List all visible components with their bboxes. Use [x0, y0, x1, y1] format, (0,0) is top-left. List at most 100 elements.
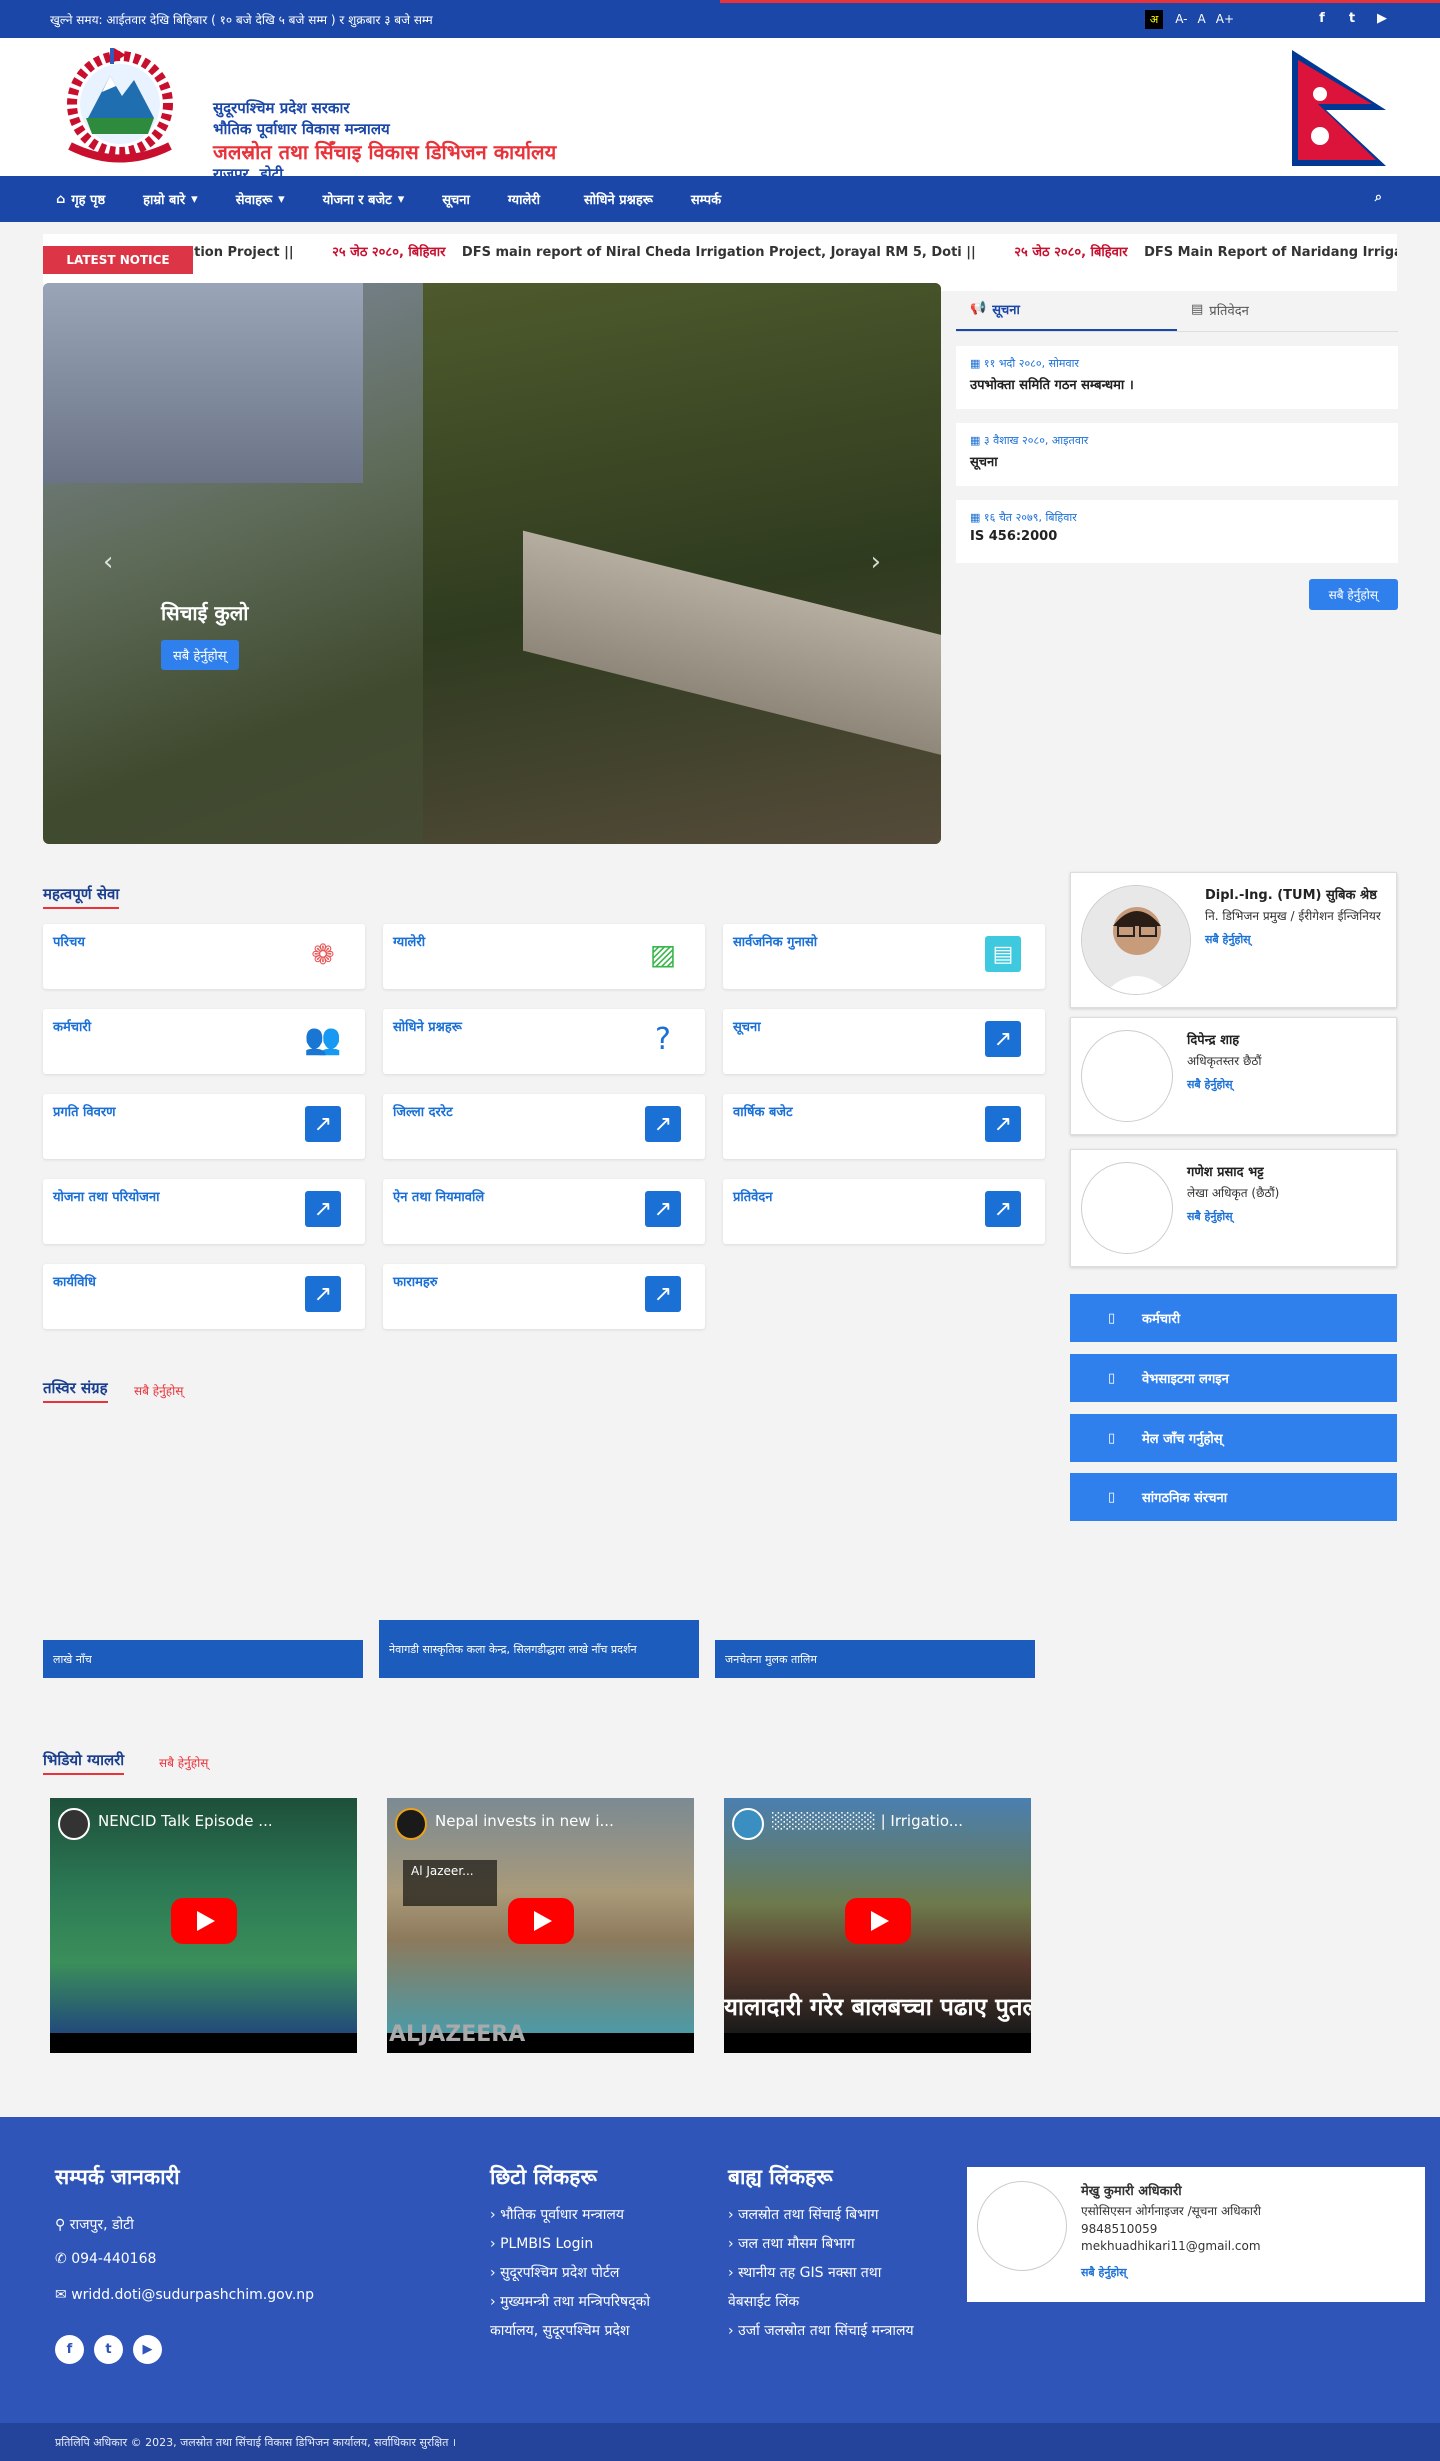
- slider-next-icon[interactable]: ›: [871, 547, 881, 577]
- ticker-item[interactable]: DFS Main Report of Naridang Irrigatio: [1144, 245, 1397, 260]
- officer-email[interactable]: mekhuadhikari11@gmail.com: [1081, 2239, 1261, 2253]
- service-card-gallery[interactable]: ग्यालेरी ▨: [383, 924, 705, 989]
- search-icon[interactable]: ⌕: [1375, 190, 1382, 205]
- notice-card[interactable]: ▦ ११ भदौ २०८०, सोमवार उपभोक्ता समिति गठन …: [956, 346, 1398, 409]
- video-overlay[interactable]: Al Jazeer...: [403, 1860, 497, 1906]
- notice-title[interactable]: सूचना: [970, 452, 1384, 470]
- service-card-grievance[interactable]: सार्वजनिक गुनासो ▤: [723, 924, 1045, 989]
- slide-image-hill: [423, 283, 941, 844]
- video-view-all-link[interactable]: सबै हेर्नुहोस्: [159, 1754, 208, 1771]
- footer-link[interactable]: › भौतिक पूर्वाधार मन्त्रालय: [490, 2201, 690, 2230]
- service-card-staff[interactable]: कर्मचारी 👥: [43, 1009, 365, 1074]
- service-card-progress[interactable]: प्रगति विवरण ↗: [43, 1094, 365, 1159]
- aljazeera-watermark: ALJAZEERA: [389, 2022, 526, 2047]
- quicklink-mail-button[interactable]: ▯ मेल जाँच गर्नुहोस्: [1070, 1414, 1397, 1462]
- nav-about-label: हाम्रो बारे: [143, 193, 186, 208]
- notice-title[interactable]: IS 456:2000: [970, 529, 1384, 544]
- footer-address-text: राजपुर, डोटी: [69, 2217, 134, 2233]
- footer-link[interactable]: › सुदूरपश्चिम प्रदेश पोर्टल: [490, 2259, 690, 2288]
- avatar: [1081, 1030, 1173, 1122]
- footer-link[interactable]: › जल तथा मौसम बिभाग: [728, 2230, 928, 2259]
- ticker-item[interactable]: DFS main report of Niral Cheda Irrigatio…: [462, 245, 976, 260]
- gallery-caption[interactable]: जनचेतना मुलक तालिम: [715, 1640, 1035, 1678]
- video-embed[interactable]: Nepal invests in new i... Al Jazeer... A…: [387, 1798, 694, 2053]
- footer-link[interactable]: › उर्जा जलस्रोत तथा सिंचाई मन्त्रालय: [728, 2317, 928, 2346]
- footer-link[interactable]: › मुख्यमन्त्री तथा मन्त्रिपरिषद्को कार्य…: [490, 2288, 690, 2346]
- staff-view-all-link[interactable]: सबै हेर्नुहोस्: [1205, 932, 1381, 947]
- notice-card[interactable]: ▦ ३ वैशाख २०८०, आइतवार सूचना: [956, 423, 1398, 486]
- service-card-intro[interactable]: परिचय ❁: [43, 924, 365, 989]
- tab-notice[interactable]: 📢 सूचना: [956, 288, 1177, 331]
- staff-card: Dipl.-Ing. (TUM) सुबिक श्रेष्ठ नि. डिभिजन…: [1070, 872, 1397, 1008]
- tab-report[interactable]: ▤ प्रतिवेदन: [1177, 288, 1398, 331]
- service-card-reports[interactable]: प्रतिवेदन ↗: [723, 1179, 1045, 1244]
- twitter-icon[interactable]: t: [94, 2335, 123, 2364]
- nav-faq[interactable]: सोधिने प्रश्नहरू: [584, 190, 653, 208]
- facebook-icon[interactable]: f: [1314, 11, 1330, 27]
- nav-notice[interactable]: सूचना: [442, 190, 470, 208]
- quicklink-login-button[interactable]: ▯ वेभसाइटमा लगइन: [1070, 1354, 1397, 1402]
- footer-link[interactable]: › जलस्रोत तथा सिंचाई बिभाग: [728, 2201, 928, 2230]
- footer-external-heading: बाह्य लिंकहरू: [728, 2165, 833, 2189]
- service-card-projects[interactable]: योजना तथा परियोजना ↗: [43, 1179, 365, 1244]
- gallery-caption[interactable]: नेवागडी सास्कृतिक कला केन्द्र, सिलगडीद्ध…: [379, 1620, 699, 1678]
- font-reset-button[interactable]: A: [1198, 12, 1206, 26]
- twitter-icon[interactable]: t: [1344, 11, 1360, 27]
- slider-prev-icon[interactable]: ‹: [103, 547, 113, 577]
- footer-email[interactable]: ✉ wridd.doti@sudurpashchim.gov.np: [55, 2287, 314, 2303]
- officer-post: एसोसिएसन ओर्गनाइजर /सूचना अधिकारी: [1081, 2204, 1261, 2218]
- service-card-procedures[interactable]: कार्यविधि ↗: [43, 1264, 365, 1329]
- youtube-play-icon[interactable]: [508, 1898, 574, 1944]
- service-card-annual-budget[interactable]: वार्षिक बजेट ↗: [723, 1094, 1045, 1159]
- staff-view-all-link[interactable]: सबै हेर्नुहोस्: [1187, 1077, 1261, 1092]
- service-card-notice[interactable]: सूचना ↗: [723, 1009, 1045, 1074]
- youtube-play-icon[interactable]: [845, 1898, 911, 1944]
- service-card-faq[interactable]: सोधिने प्रश्नहरू?: [383, 1009, 705, 1074]
- font-increase-button[interactable]: A+: [1216, 12, 1234, 26]
- nav-about[interactable]: हाम्रो बारे ▾: [143, 190, 198, 209]
- nav-home[interactable]: ⌂ गृह पृष्ठ: [56, 190, 105, 209]
- service-card-forms[interactable]: फारामहरु ↗: [383, 1264, 705, 1329]
- ticker-date: २५ जेठ २०८०, बिहिवार: [1014, 245, 1128, 260]
- nepal-flag: [1292, 50, 1386, 166]
- quicklink-structure-button[interactable]: ▯ सांगठनिक संरचना: [1070, 1473, 1397, 1521]
- service-card-district-rate[interactable]: जिल्ला दररेट ↗: [383, 1094, 705, 1159]
- footer-link-text: जलस्रोत तथा सिंचाई बिभाग: [738, 2207, 879, 2223]
- copyright-bar: प्रतिलिपि अधिकार © 2023, जलस्रोत तथा सिं…: [0, 2423, 1440, 2461]
- photo-gallery-heading: तस्विर संग्रह: [43, 1378, 108, 1403]
- officer-view-all-link[interactable]: सबै हेर्नुहोस्: [1081, 2265, 1261, 2280]
- language-toggle[interactable]: अ: [1144, 9, 1164, 29]
- footer-link[interactable]: › स्थानीय तह GIS नक्सा तथा वेबसाईट लिंक: [728, 2259, 928, 2317]
- notice-card[interactable]: ▦ १६ चैत २०७९, बिहिवार IS 456:2000: [956, 500, 1398, 563]
- video-embed[interactable]: ░░░░░░░░░ | Irrigatio... यालादारी गरेर ब…: [724, 1798, 1031, 2053]
- footer-link-text: PLMBIS Login: [500, 2236, 594, 2252]
- nav-contact[interactable]: सम्पर्क: [691, 190, 721, 208]
- gallery-view-all-link[interactable]: सबै हेर्नुहोस्: [134, 1382, 183, 1399]
- channel-avatar: [732, 1808, 764, 1840]
- video-thumbnail-text: यालादारी गरेर बालबच्चा पढाए पुतलीले...: [724, 1993, 1031, 2021]
- staff-view-all-link[interactable]: सबै हेर्नुहोस्: [1187, 1209, 1279, 1224]
- footer-link[interactable]: › PLMBIS Login: [490, 2230, 690, 2259]
- channel-avatar: [395, 1808, 427, 1840]
- youtube-icon[interactable]: ▶: [133, 2335, 162, 2364]
- nepal-emblem-logo[interactable]: [50, 46, 190, 168]
- slide-view-all-button[interactable]: सबै हेर्नुहोस्: [161, 640, 239, 670]
- nav-services[interactable]: सेवाहरू ▾: [236, 190, 285, 209]
- officer-name: मेखु कुमारी अधिकारी: [1081, 2184, 1182, 2199]
- footer-quicklinks-list: › भौतिक पूर्वाधार मन्त्रालय › PLMBIS Log…: [490, 2201, 690, 2347]
- staff-post: अधिकृतस्तर छैठौं: [1187, 1054, 1262, 1068]
- font-decrease-button[interactable]: A-: [1175, 12, 1187, 26]
- file-icon: ▤: [1191, 302, 1204, 317]
- notice-view-all-button[interactable]: सबै हेर्नुहोस्: [1308, 579, 1398, 610]
- service-card-acts[interactable]: ऐन तथा नियमावलि ↗: [383, 1179, 705, 1244]
- youtube-play-icon[interactable]: [171, 1898, 237, 1944]
- quicklink-staff-button[interactable]: ▯ कर्मचारी: [1070, 1294, 1397, 1342]
- nav-budget[interactable]: योजना र बजेट ▾: [323, 190, 405, 209]
- footer-link-text: जल तथा मौसम बिभाग: [738, 2236, 855, 2252]
- youtube-icon[interactable]: ▶: [1374, 11, 1390, 27]
- video-embed[interactable]: NENCID Talk Episode ...: [50, 1798, 357, 2053]
- gallery-caption[interactable]: लाखे नाँच: [43, 1640, 363, 1678]
- notice-title[interactable]: उपभोक्ता समिति गठन सम्बन्धमा ।: [970, 375, 1384, 393]
- nav-gallery[interactable]: ग्यालेरी: [508, 190, 540, 208]
- facebook-icon[interactable]: f: [55, 2335, 84, 2364]
